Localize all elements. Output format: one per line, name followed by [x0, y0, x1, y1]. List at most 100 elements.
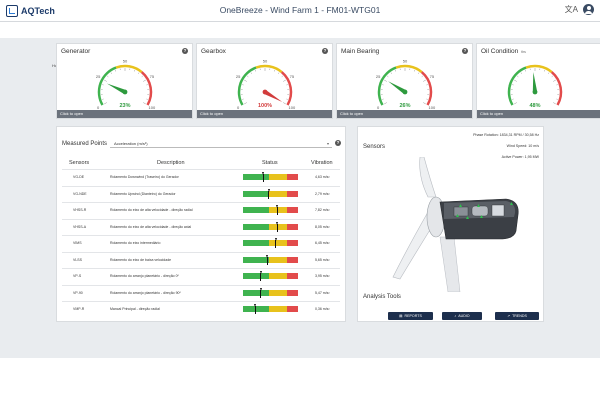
table-row[interactable]: VHSS-A Rolamento do eixo de alta velocid… [62, 218, 340, 233]
gauge-dial: 48% [507, 64, 563, 109]
status-bar [243, 287, 298, 298]
gauge-value: 100% [258, 103, 272, 109]
status-bar [243, 188, 298, 199]
gauge-arc-segment [237, 66, 257, 106]
sensor-code: VG-NDE [73, 191, 87, 196]
gauge-tick-label: 50 [403, 59, 408, 64]
vibration-value: 8,05 m/s² [315, 224, 330, 229]
gauge-hub [532, 89, 538, 95]
table-row[interactable]: VMP-R Mancal Principal - direção radial … [62, 301, 340, 315]
trends-button[interactable]: ↗ TRENDS [495, 312, 539, 320]
gauge-card-oil-condition[interactable]: Oil Condition ths Click to open 48% [476, 43, 600, 119]
status-bar [243, 271, 298, 281]
table-row[interactable]: VG-NDE Rolamento Upwind (Dianteiro) do G… [62, 185, 340, 200]
help-icon[interactable]: ? [462, 48, 468, 54]
trends-icon: ↗ [507, 314, 511, 318]
table-row[interactable]: VLSS Rolamento do eixo de baixa velocida… [62, 251, 340, 266]
gauge-arc-segment [550, 71, 563, 106]
status-marker [276, 205, 278, 215]
gauge-tick [423, 79, 426, 82]
user-avatar-icon[interactable] [583, 4, 594, 15]
gauge-tick [143, 102, 146, 105]
phase-rotation: Phase Rotation: 1834,31 RPM / 30,58 Hz [473, 133, 539, 137]
help-icon[interactable]: ? [335, 140, 341, 146]
table-row[interactable]: VP-90 Rolamento do arranjo planetário - … [62, 284, 340, 299]
gauge-tick [553, 79, 556, 82]
gauge-tick [421, 75, 423, 78]
status-marker [276, 221, 278, 232]
gauge-tick [283, 79, 286, 82]
sensor-code: VHSS-A [73, 224, 87, 229]
table-row[interactable]: VHSS-R Rolamento do eixo de alta velocid… [62, 202, 340, 216]
turbine-illustration[interactable] [388, 157, 538, 292]
gauge-card-gearbox[interactable]: Gearbox? Click to open 0 25 50 75 100 100% [196, 43, 333, 119]
status-bar [243, 304, 298, 314]
gauge-tick [110, 72, 112, 74]
table-row[interactable]: VG-DE Rolamento Downwind (Traseiro) do G… [62, 169, 340, 183]
gauge-needle [532, 72, 538, 93]
gauge-tick [548, 72, 550, 74]
gauge-tick [138, 72, 140, 74]
status-marker [266, 254, 269, 265]
gauge-tick [104, 79, 107, 82]
status-marker [274, 238, 277, 248]
analysis-tools-title: Analysis Tools [363, 294, 401, 300]
status-bar [243, 254, 298, 265]
gauge-tick [104, 102, 107, 105]
gauge-arc-segment [377, 66, 397, 106]
gauge-title: Oil Condition ths [481, 48, 526, 55]
measured-points-panel: Measured Points Acceleration (m/s²) ▾ ? S… [56, 126, 346, 322]
gauge-card-main-bearing[interactable]: Main Bearing? Click to open 0 25 50 75 100 26% [336, 43, 473, 119]
reports-button[interactable]: ▤ REPORTS [388, 312, 433, 320]
gauge-title: Main Bearing [341, 48, 380, 55]
sensor-description: Rolamento Upwind (Dianteiro) do Gerador [110, 191, 176, 196]
gauge-card-generator[interactable]: Generator? Click to open 0 25 50 75 100 23% [56, 43, 193, 119]
sensor-description: Rolamento do arranjo planetário - direçã… [110, 290, 181, 295]
gauge-tick [283, 102, 286, 105]
gauge-tick [281, 75, 283, 78]
gauge-tick [514, 102, 517, 105]
status-marker [259, 271, 262, 281]
sensor-code: VIMS [73, 241, 82, 245]
audio-button[interactable]: ♪ AUDIO [442, 312, 482, 320]
gauge-tick-label: 100 [149, 105, 156, 110]
col-header-description: Description [157, 160, 185, 166]
gauge-tick [525, 69, 527, 72]
gauge-tick [255, 69, 257, 72]
help-icon[interactable]: ? [322, 48, 328, 54]
col-header-status: Status [262, 160, 278, 166]
gauge-tick-label: 75 [430, 74, 435, 79]
vibration-value: 5,65 m/s² [315, 257, 330, 262]
gauge-tick-label: 50 [263, 59, 268, 64]
translate-icon[interactable]: 文A [565, 4, 578, 15]
gauge-tick [520, 72, 522, 74]
gauge-tick-label: 0 [237, 105, 240, 110]
measurement-type-select[interactable]: Acceleration (m/s²) ▾ [110, 139, 332, 148]
help-icon[interactable]: ? [182, 48, 188, 54]
wind-speed: Wind Speed: 10 m/s [506, 144, 539, 148]
gauge-tick-label: 25 [236, 74, 241, 79]
sensor-code: VP-S [73, 274, 82, 278]
gauge-tick [384, 79, 387, 82]
gauge-tick [418, 72, 420, 74]
sensor-description: Rolamento Downwind (Traseiro) do Gerador [110, 175, 179, 179]
page-bottom [0, 358, 600, 400]
gauge-tick-label: 100 [289, 105, 296, 110]
table-row[interactable]: VIMS Rolamento do eixo intermediário 6,4… [62, 235, 340, 249]
gauge-tick [387, 75, 389, 78]
gauge-value: 23% [119, 103, 130, 109]
status-marker [254, 304, 256, 314]
app-title: OneBreeze - Wind Farm 1 - FM01-WTG01 [219, 5, 381, 15]
table-row[interactable]: VP-S Rolamento do arranjo planetário - d… [62, 268, 340, 282]
gauge-value: 48% [529, 103, 540, 109]
sensors-title: Sensors [363, 144, 386, 150]
gauge-tick-label: 50 [123, 59, 128, 64]
gauge-value: 26% [399, 103, 410, 109]
sensors-panel: Phase Rotation: 1834,31 RPM / 30,58 Hz S… [357, 126, 544, 322]
gauge-tick [278, 72, 280, 74]
sensor-description: Rolamento do eixo de baixa velocidade [110, 257, 172, 262]
sensor-description: Mancal Principal - direção radial [110, 307, 160, 311]
gauge-tick-label: 100 [429, 105, 436, 110]
gauge-tick [390, 72, 392, 74]
status-bar [243, 221, 298, 232]
